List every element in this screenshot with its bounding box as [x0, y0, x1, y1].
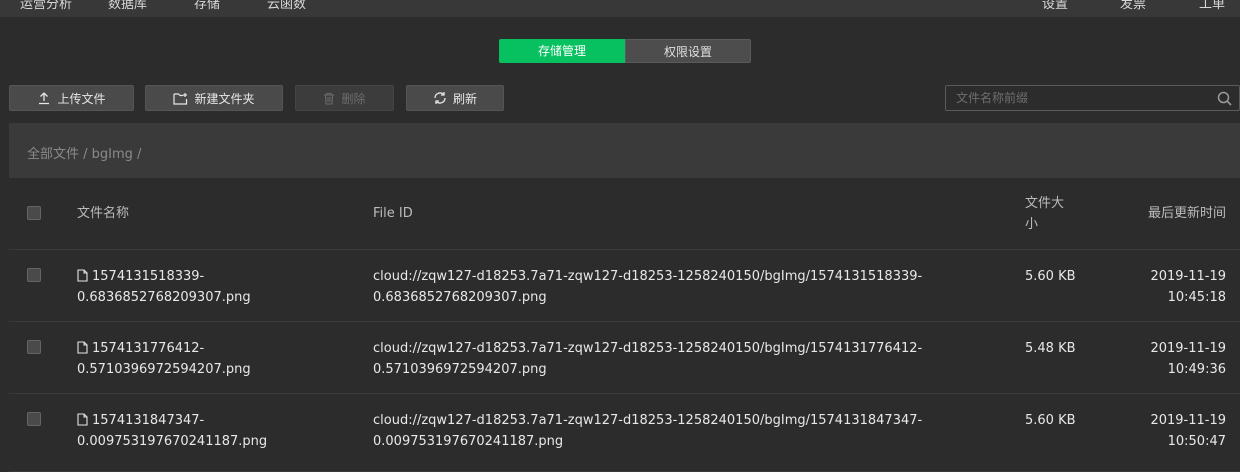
- row-checkbox[interactable]: [27, 268, 41, 282]
- nav-item-cloud-functions[interactable]: 云函数: [267, 0, 306, 12]
- delete-label: 删除: [341, 91, 366, 106]
- new-folder-label: 新建文件夹: [194, 91, 255, 106]
- updated-date: 2019-11-19: [1150, 413, 1226, 428]
- upload-file-button[interactable]: 上传文件: [9, 85, 134, 111]
- nav-item-settings[interactable]: 设置: [1042, 0, 1068, 12]
- updated-date: 2019-11-19: [1150, 269, 1226, 284]
- row-checkbox[interactable]: [27, 340, 41, 354]
- refresh-icon: [434, 92, 446, 104]
- file-id: cloud://zqw127-d18253.7a71-zqw127-d18253…: [373, 413, 923, 449]
- updated-time: 2019-11-19 10:45:18: [1106, 266, 1226, 308]
- new-folder-button[interactable]: 新建文件夹: [145, 85, 283, 111]
- tab-storage-management[interactable]: 存储管理: [499, 39, 625, 63]
- file-size: 5.60 KB: [1025, 413, 1076, 428]
- search-box: [945, 85, 1240, 111]
- updated-clock: 10:45:18: [1167, 290, 1226, 305]
- nav-item-invoice[interactable]: 发票: [1120, 0, 1146, 12]
- delete-button[interactable]: 删除: [295, 85, 394, 111]
- file-name[interactable]: 1574131847347-0.009753197670241187.png: [77, 413, 267, 449]
- table-header: 文件名称 File ID 文件大小 最后更新时间: [9, 178, 1240, 250]
- file-id: cloud://zqw127-d18253.7a71-zqw127-d18253…: [373, 341, 923, 377]
- breadcrumb[interactable]: 全部文件 / bgImg /: [27, 143, 141, 162]
- file-id: cloud://zqw127-d18253.7a71-zqw127-d18253…: [373, 269, 923, 305]
- new-folder-icon: [173, 92, 188, 105]
- table-row[interactable]: 1574131776412-0.5710396972594207.png clo…: [9, 322, 1240, 394]
- select-all-checkbox[interactable]: [27, 206, 41, 220]
- search-icon[interactable]: [1217, 91, 1233, 107]
- file-size: 5.48 KB: [1025, 341, 1076, 356]
- storage-tabs: 存储管理 权限设置: [499, 39, 751, 63]
- tab-permission-settings[interactable]: 权限设置: [625, 39, 751, 63]
- nav-item-database[interactable]: 数据库: [108, 0, 147, 12]
- trash-icon: [324, 92, 335, 105]
- updated-clock: 10:49:36: [1167, 362, 1226, 377]
- nav-item-tickets[interactable]: 工单: [1199, 0, 1225, 12]
- updated-time: 2019-11-19 10:50:47: [1106, 410, 1226, 452]
- upload-icon: [39, 92, 50, 105]
- header-updated-time: 最后更新时间: [1147, 206, 1226, 221]
- updated-clock: 10:50:47: [1167, 434, 1226, 449]
- refresh-button[interactable]: 刷新: [406, 85, 504, 111]
- nav-item-operations[interactable]: 运营分析: [20, 0, 72, 12]
- file-size: 5.60 KB: [1025, 269, 1076, 284]
- file-name[interactable]: 1574131518339-0.6836852768209307.png: [77, 269, 251, 305]
- file-icon: [77, 341, 88, 354]
- header-file-size: 文件大小: [1025, 196, 1065, 232]
- upload-file-label: 上传文件: [57, 91, 106, 106]
- top-navbar: 运营分析 数据库 存储 云函数 设置 发票 工单: [0, 0, 1240, 17]
- breadcrumb-panel: 全部文件 / bgImg /: [9, 123, 1240, 178]
- file-icon: [77, 413, 88, 426]
- nav-item-storage[interactable]: 存储: [194, 0, 220, 12]
- file-icon: [77, 269, 88, 282]
- updated-date: 2019-11-19: [1150, 341, 1226, 356]
- table-row[interactable]: 1574131518339-0.6836852768209307.png clo…: [9, 250, 1240, 322]
- search-input[interactable]: [946, 86, 1239, 110]
- file-name[interactable]: 1574131776412-0.5710396972594207.png: [77, 341, 251, 377]
- updated-time: 2019-11-19 10:49:36: [1106, 338, 1226, 380]
- table-row[interactable]: 1574131847347-0.009753197670241187.png c…: [9, 394, 1240, 472]
- header-file-id: File ID: [373, 206, 413, 221]
- row-checkbox[interactable]: [27, 412, 41, 426]
- refresh-label: 刷新: [452, 91, 477, 106]
- header-file-name: 文件名称: [77, 206, 130, 221]
